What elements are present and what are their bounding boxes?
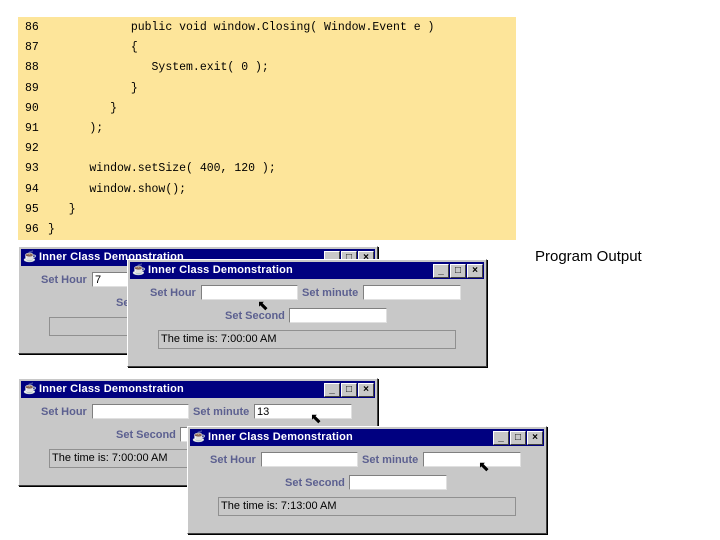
line-number: 92 [25,142,39,156]
line-number: 89 [25,81,39,95]
hour-input[interactable] [261,452,358,467]
set-hour-label: Set Hour [150,287,196,299]
set-second-label: Set Second [116,429,176,441]
second-input[interactable] [349,475,447,490]
code-text: { [48,41,138,55]
java-cup-icon: ☕ [192,431,206,443]
set-minute-label: Set minute [193,406,250,418]
app-window: ☕ Inner Class Demonstration _ □ × Set Hour Set… [187,426,547,534]
code-listing: 86 public void window.Closing( Window.Ev… [18,17,516,240]
program-output-label: Program Output [535,248,642,265]
set-second-label: Set Second [225,310,285,322]
title-bar[interactable]: ☕ Inner Class Demonstration _ □ × [21,381,375,398]
java-cup-icon: ☕ [23,251,37,263]
close-button[interactable]: × [358,383,374,397]
set-minute-label: Set minute [362,454,419,466]
code-text: } [48,223,55,236]
title-bar[interactable]: ☕ Inner Class Demonstration _ □ × [190,429,544,446]
app-window: ☕ Inner Class Demonstration _ □ × Set Hour Set… [127,259,487,367]
code-text: } [48,101,118,115]
maximize-button[interactable]: □ [341,383,357,397]
window-title: Inner Class Demonstration [39,383,184,395]
hour-input[interactable] [92,404,189,419]
minute-input[interactable] [423,452,521,467]
line-number: 95 [25,202,39,216]
code-text: public void window.Closing( Window.Event… [48,21,435,34]
code-text: window.show(); [48,182,187,196]
line-number: 94 [25,182,39,196]
code-text: System.exit( 0 ); [48,61,269,75]
line-number: 90 [25,101,39,115]
java-cup-icon: ☕ [132,264,146,276]
time-display: The time is: 7:13:00 AM [218,497,516,516]
window-title: Inner Class Demonstration [208,431,353,443]
minute-input[interactable]: 13 [254,404,352,419]
line-number: 91 [25,122,39,135]
minimize-button[interactable]: _ [324,383,340,397]
second-input[interactable] [289,308,387,323]
line-number: 87 [25,41,39,55]
time-display: The time is: 7:00:00 AM [158,330,456,349]
close-button[interactable]: × [527,431,543,445]
window-title: Inner Class Demonstration [148,264,293,276]
line-number: 96 [25,223,39,236]
code-text: ); [48,122,104,135]
maximize-button[interactable]: □ [450,264,466,278]
hour-input[interactable] [201,285,298,300]
title-bar[interactable]: ☕ Inner Class Demonstration _ □ × [130,262,484,279]
line-number: 86 [25,21,39,34]
line-number: 88 [25,61,39,75]
set-hour-label: Set Hour [210,454,256,466]
code-text: } [48,81,138,95]
mouse-pointer-icon: ⬉ [310,410,322,426]
minimize-button[interactable]: _ [433,264,449,278]
java-cup-icon: ☕ [23,383,37,395]
minimize-button[interactable]: _ [493,431,509,445]
line-number: 93 [25,162,39,176]
maximize-button[interactable]: □ [510,431,526,445]
minute-input[interactable] [363,285,461,300]
code-text: } [48,202,76,216]
set-hour-label: Set Hour [41,406,87,418]
close-button[interactable]: × [467,264,483,278]
set-second-label: Set Second [285,477,345,489]
mouse-pointer-icon: ⬉ [478,458,490,474]
set-minute-label: Set minute [302,287,359,299]
code-text: window.setSize( 400, 120 ); [48,162,276,176]
set-hour-label: Set Hour [41,274,87,286]
mouse-pointer-icon: ⬉ [257,297,269,313]
